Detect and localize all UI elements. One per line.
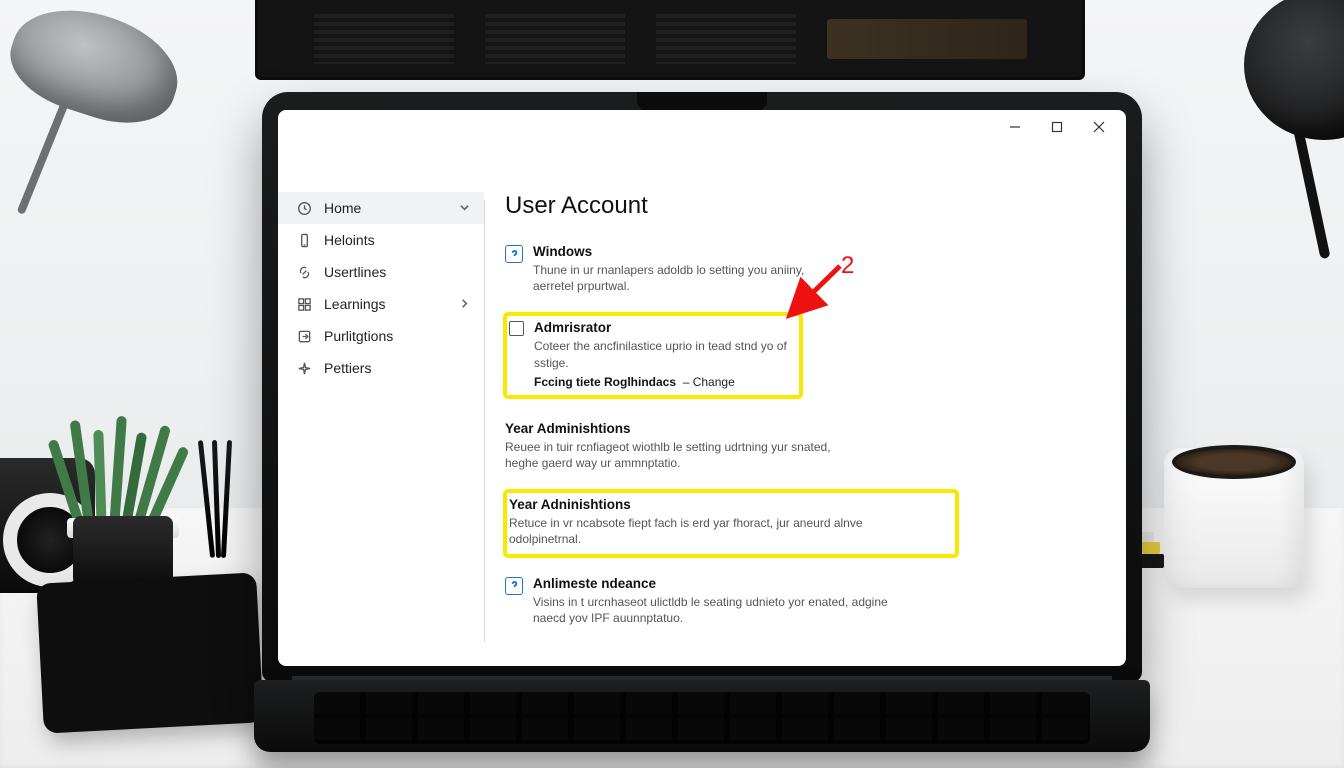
app-window: Home Heloints (278, 110, 1126, 666)
section-anlimeste: Anlimeste ndeance Visins in t urcnhaseot… (505, 574, 1104, 628)
sparkle-icon (296, 360, 312, 376)
sidebar-item-learnings[interactable]: Learnings (278, 288, 484, 320)
desk-lamp-left (0, 10, 210, 240)
section-title: Year Adninishtions (509, 497, 949, 512)
section-title: Year Adminishtions (505, 421, 1104, 436)
sidebar-item-purlitgtions[interactable]: Purlitgtions (278, 320, 484, 352)
section-title: Windows (533, 244, 833, 259)
sidebar-item-label: Usertlines (324, 264, 386, 280)
pencil-cup (200, 438, 240, 558)
section-desc: Thune in ur rnanlapers adoldb lo setting… (533, 262, 833, 294)
window-close-button[interactable] (1078, 112, 1120, 142)
sidebar-item-label: Pettiers (324, 360, 371, 376)
section-desc: Coteer the ancfinilastice uprio in tead … (534, 338, 793, 370)
export-icon (296, 328, 312, 344)
window-minimize-button[interactable] (994, 112, 1036, 142)
desk-lamp-right (1144, 0, 1344, 230)
sidebar: Home Heloints (278, 144, 484, 666)
sidebar-item-home[interactable]: Home (278, 192, 484, 224)
section-administrator-highlighted: Admrisrator Coteer the ancfinilastice up… (505, 314, 801, 396)
laptop-bezel: Home Heloints (262, 92, 1142, 682)
laptop: Home Heloints (262, 92, 1142, 752)
admin-checkbox[interactable] (509, 321, 524, 336)
section-year-administions-1: Year Adminishtions Reuee in tuir rcnfiag… (505, 419, 1104, 473)
grid-icon (296, 296, 312, 312)
phone-icon (296, 232, 312, 248)
change-link[interactable]: Change (693, 375, 735, 389)
clock-icon (296, 200, 312, 216)
tablet (36, 572, 264, 733)
sidebar-item-heloints[interactable]: Heloints (278, 224, 484, 256)
sidebar-item-label: Heloints (324, 232, 375, 248)
section-year-administions-2-highlighted: Year Adninishtions Retuce in vr ncabsote… (505, 491, 957, 555)
content-area: User Account Windows Thune in ur rnanlap… (485, 144, 1126, 666)
section-desc: Reuee in tuir rcnfiageot wiothlb le sett… (505, 439, 865, 471)
chevron-down-icon (459, 200, 470, 216)
plant (55, 428, 185, 588)
help-icon (505, 245, 523, 263)
chevron-right-icon (459, 296, 470, 312)
laptop-keyboard (254, 680, 1150, 752)
window-titlebar (278, 110, 1126, 144)
section-sub-bold: Fccing tiete Roglhindacs (534, 375, 676, 389)
section-desc: Visins in t urcnhaseot ulictldb le seati… (533, 594, 893, 626)
camera-notch (637, 92, 767, 112)
sidebar-item-label: Purlitgtions (324, 328, 393, 344)
wall-frame (255, 0, 1085, 80)
help-icon (505, 577, 523, 595)
section-windows: Windows Thune in ur rnanlapers adoldb lo… (505, 242, 1104, 296)
sidebar-item-label: Learnings (324, 296, 386, 312)
window-maximize-button[interactable] (1036, 112, 1078, 142)
section-desc: Retuce in vr ncabsote fiept fach is erd … (509, 515, 869, 547)
link-icon (296, 264, 312, 280)
section-title: Admrisrator (534, 320, 793, 335)
section-subline: Fccing tiete Roglhindacs – Change (534, 375, 793, 389)
page-title: User Account (505, 192, 1104, 220)
sidebar-item-usertlines[interactable]: Usertlines (278, 256, 484, 288)
sidebar-item-label: Home (324, 200, 361, 216)
coffee-mug (1164, 448, 1304, 588)
sidebar-item-pettiers[interactable]: Pettiers (278, 352, 484, 384)
section-title: Anlimeste ndeance (533, 576, 893, 591)
annotation-step-number: 2 (841, 252, 854, 280)
